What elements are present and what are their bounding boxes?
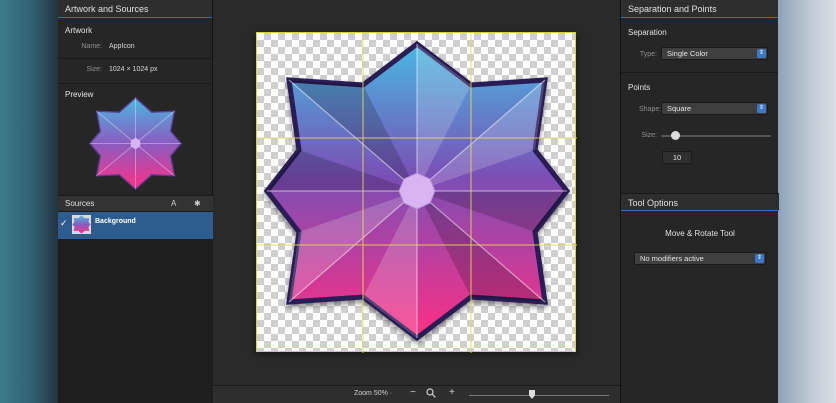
size-row: Size: 1024 × 1024 px [58,63,212,77]
modifiers-select[interactable]: No modifiers active ⇕ [634,252,766,265]
size-value-row: 10 [621,151,778,171]
artwork-sources-panel: Artwork and Sources Artwork Name: AppIco… [58,0,213,403]
name-label: Name: [81,43,102,50]
size-label: Size: [86,66,102,73]
divider [58,58,212,59]
zoom-out-button[interactable]: − [410,387,416,398]
zoom-bar: Zoom 50% · − + [213,385,620,403]
shape-select-value: Square [667,104,692,113]
canvas-area: Zoom 50% · − + [213,0,620,403]
type-select[interactable]: Single Color ⇕ [661,47,768,60]
artwork-canvas[interactable] [256,32,577,353]
separation-section-title: Separation [628,28,667,37]
desktop-background [778,0,836,403]
zoom-slider-thumb[interactable] [529,390,535,399]
tool-options-header: Tool Options [621,193,779,211]
point-size-field[interactable]: 10 [662,151,692,164]
chevron-updown-icon: ⇕ [755,254,764,263]
name-row: Name: AppIcon [58,40,212,54]
source-name: Background [95,218,136,225]
preview-image [88,96,183,191]
artwork-star-shape [257,33,577,353]
sources-title: Sources [65,199,95,208]
point-size-label: Size: [641,132,657,139]
app-window: Artwork and Sources Artwork Name: AppIco… [58,0,779,403]
magnifier-icon[interactable] [426,388,436,400]
tool-name: Move & Rotate Tool [665,229,735,238]
shape-row: Shape: Square ⇕ [621,101,778,121]
type-row: Type: Single Color ⇕ [621,46,778,66]
name-value[interactable]: AppIcon [109,40,135,54]
size-value: 1024 × 1024 px [109,66,158,73]
panel-header: Separation and Points [621,0,778,18]
zoom-slider-track[interactable] [469,395,609,396]
checkmark-icon[interactable]: ✓ [60,218,68,229]
type-label: Type: [639,51,657,58]
separation-points-panel: Separation and Points Separation Type: S… [620,0,779,403]
source-item-background[interactable]: ✓ Background [58,212,213,239]
sources-list-empty-area [58,239,213,403]
zoom-label: Zoom 50% · [354,390,393,397]
panel-header: Artwork and Sources [58,0,212,18]
point-size-slider-knob[interactable] [671,131,681,140]
size-slider-row: Size: [621,127,778,147]
sources-header: Sources A ✱ [58,195,213,212]
divider [58,83,212,84]
add-text-source-button[interactable]: A [171,196,176,212]
source-thumbnail [72,215,91,234]
points-section-title: Points [628,83,651,92]
shape-select[interactable]: Square ⇕ [661,102,768,115]
modifiers-select-value: No modifiers active [640,254,704,263]
zoom-in-button[interactable]: + [449,387,455,398]
artwork-section-title: Artwork [65,26,93,35]
chevron-updown-icon: ⇕ [757,104,766,113]
shape-label: Shape: [639,106,662,113]
type-select-value: Single Color [667,49,708,58]
chevron-updown-icon: ⇕ [757,49,766,58]
gear-icon[interactable]: ✱ [194,196,201,212]
